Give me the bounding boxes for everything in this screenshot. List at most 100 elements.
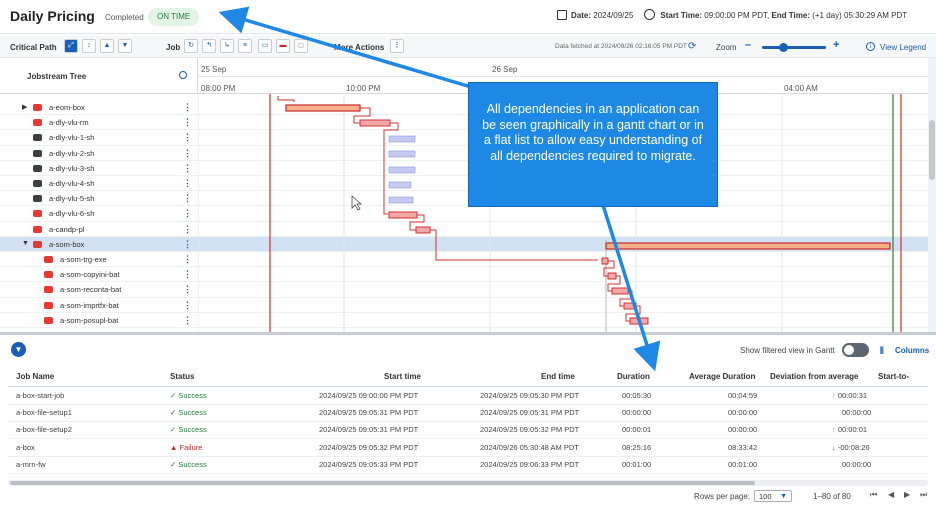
end-cell: 2024/09/26 05:30:48 AM PDT xyxy=(480,442,579,452)
status-text: Completed xyxy=(105,13,144,22)
gantt-bar-a-candp-pl[interactable] xyxy=(415,226,431,234)
last-page-icon[interactable]: ⏭ xyxy=(920,490,927,500)
gantt-bar-a-som-reconta-bat[interactable] xyxy=(611,287,629,295)
tree-row-label: a-dly-vlu-4-sh xyxy=(49,179,95,188)
table-row[interactable]: a-box-file-setup2 ✓ Success 2024/09/25 09:… xyxy=(8,422,928,440)
gantt-bar-a-som-box[interactable] xyxy=(605,242,891,250)
rows-per-page-select[interactable]: 100 ▼ xyxy=(754,490,792,502)
job-hold-button[interactable]: ↰ xyxy=(202,39,216,53)
row-kebab-icon[interactable]: ⋮ xyxy=(183,282,192,296)
jobstream-tree-title: Jobstream Tree xyxy=(27,72,87,81)
view-legend-link[interactable]: View Legend xyxy=(880,43,926,52)
column-header-start-to-run[interactable]: Start-to-Runn xyxy=(878,368,928,387)
columns-icon[interactable]: ⫼ xyxy=(880,346,884,356)
gantt-bar-a-som-trg-exe[interactable] xyxy=(601,257,609,265)
job-kill-button[interactable]: ◻ xyxy=(294,39,308,53)
move-up-button[interactable]: ▲ xyxy=(100,39,114,53)
timeline-date: 26 Sep xyxy=(492,65,518,74)
job-list-button[interactable]: ≡ xyxy=(238,39,252,53)
critical-path-label: Critical Path xyxy=(10,43,57,52)
row-kebab-icon[interactable]: ⋮ xyxy=(183,267,192,281)
gantt-bar-a-eom-box[interactable] xyxy=(285,104,361,112)
tree-row-label: a-dly-vlu-rm xyxy=(49,118,89,128)
zoom-out-button[interactable]: – xyxy=(745,39,751,51)
gantt-bar-a-dly-vlu-3-sh[interactable] xyxy=(388,166,416,174)
deviation-cell-text: 00:00:00 xyxy=(842,408,872,418)
pane-splitter[interactable] xyxy=(0,332,936,335)
job-bars-button[interactable]: ▭ xyxy=(258,39,272,53)
gantt-scrollbar-thumb[interactable] xyxy=(929,120,935,180)
deviation-cell: 00:00:00 xyxy=(832,405,871,421)
critical-path-toggle-button[interactable]: ⤢ xyxy=(64,39,78,53)
job-critical-button[interactable]: ▬ xyxy=(276,39,290,53)
column-header-deviation[interactable]: Deviation from average xyxy=(770,368,858,387)
expand-icon[interactable]: ↕ xyxy=(82,39,96,53)
avg-cell: 00:04:59 xyxy=(728,391,758,400)
gantt-bar-a-dly-vlu-5-sh[interactable] xyxy=(388,196,414,204)
deviation-cell: 00:00:00 xyxy=(832,457,871,473)
status-cell-text: Failure xyxy=(179,442,203,452)
table-row[interactable]: a-box-file-setup1 ✓ Success 2024/09/25 09:… xyxy=(8,405,928,423)
column-header-end-time[interactable]: End time xyxy=(541,368,575,387)
more-actions-kebab-icon[interactable]: ⋮ xyxy=(390,39,404,53)
row-kebab-icon[interactable]: ⋮ xyxy=(183,130,192,144)
zoom-in-button[interactable]: + xyxy=(833,39,839,51)
start-cell: 2024/09/25 09:05:32 PM PDT xyxy=(319,442,419,452)
expand-caret-icon[interactable]: ▶ xyxy=(22,103,27,111)
column-header-job-name[interactable]: Job Name xyxy=(16,368,54,387)
status-cell-text: Success xyxy=(178,391,207,400)
grid-scrollbar-thumb[interactable] xyxy=(10,481,755,485)
move-down-button[interactable]: ▼ xyxy=(118,39,132,53)
tree-row-label: a-dly-vlu-1-sh xyxy=(49,133,95,143)
column-header-average-duration[interactable]: Average Duration xyxy=(689,368,755,387)
search-icon[interactable] xyxy=(179,71,187,79)
file-watcher-icon xyxy=(33,149,42,157)
toggle-knob[interactable] xyxy=(844,345,854,355)
gantt-scrollbar[interactable] xyxy=(928,58,936,332)
column-header-duration[interactable]: Duration xyxy=(617,368,650,387)
row-kebab-icon[interactable]: ⋮ xyxy=(183,222,192,236)
columns-button[interactable]: Columns xyxy=(895,346,929,355)
gantt-bar-a-dly-vlu-rm[interactable] xyxy=(359,119,391,127)
table-row[interactable]: a-box-start-job ✓ Success 2024/09/25 09:00… xyxy=(8,388,928,405)
collapse-caret-icon[interactable]: ▼ xyxy=(22,240,29,247)
row-kebab-icon[interactable]: ⋮ xyxy=(183,176,192,190)
job-refresh-button[interactable]: ↻ xyxy=(184,39,198,53)
zoom-slider-handle[interactable] xyxy=(779,43,788,52)
column-header-start-time[interactable]: Start time xyxy=(384,368,421,387)
gantt-bar-a-dly-vlu-1-sh[interactable] xyxy=(388,135,416,143)
failure-warning-icon: ▲ xyxy=(170,442,180,452)
row-kebab-icon[interactable]: ⋮ xyxy=(183,313,192,327)
row-kebab-icon[interactable]: ⋮ xyxy=(183,206,192,220)
gantt-bar-a-dly-vlu-6-sh[interactable] xyxy=(388,211,418,219)
gantt-bar-a-som-posupl-bat[interactable] xyxy=(629,317,649,325)
row-kebab-icon[interactable]: ⋮ xyxy=(183,191,192,205)
gantt-bar-a-dly-vlu-4-sh[interactable] xyxy=(388,181,412,189)
tree-row-label: a-dly-vlu-5-sh xyxy=(49,194,95,204)
table-row[interactable]: a-mrn-fw ✓ Success 2024/09/25 09:05:33 PM … xyxy=(8,457,928,474)
start-cell: 2024/09/25 09:05:31 PM PDT xyxy=(319,408,419,418)
column-header-status[interactable]: Status xyxy=(170,368,194,387)
row-kebab-icon[interactable]: ⋮ xyxy=(183,146,192,160)
job-skip-button[interactable]: ↳ xyxy=(220,39,234,53)
previous-page-icon[interactable]: ◀ xyxy=(888,490,894,499)
job-cell: a-box-start-job xyxy=(16,391,65,400)
row-kebab-icon[interactable]: ⋮ xyxy=(183,298,192,312)
row-kebab-icon[interactable]: ⋮ xyxy=(183,100,192,114)
gantt-bar-a-som-imprtfx-bat[interactable] xyxy=(623,302,637,310)
deviation-cell-text: -00:08:26 xyxy=(837,442,870,452)
row-kebab-icon[interactable]: ⋮ xyxy=(183,161,192,175)
next-page-icon[interactable]: ▶ xyxy=(904,490,910,499)
first-page-icon[interactable]: ⏮ xyxy=(870,490,877,500)
deviation-cell-text: 00:00:31 xyxy=(837,391,868,400)
refresh-icon[interactable]: ⟳ xyxy=(688,41,696,52)
zoom-slider[interactable] xyxy=(762,46,826,49)
table-row[interactable]: a-box ▲ Failure 2024/09/25 09:05:32 PM PDT… xyxy=(8,440,928,457)
row-kebab-icon[interactable]: ⋮ xyxy=(183,237,192,251)
gantt-bar-a-som-copyini-bat[interactable] xyxy=(607,272,617,280)
row-kebab-icon[interactable]: ⋮ xyxy=(183,252,192,266)
more-actions-label[interactable]: More Actions xyxy=(334,43,384,52)
gantt-bar-a-dly-vlu-2-sh[interactable] xyxy=(388,150,416,158)
filter-icon[interactable]: ▼ xyxy=(11,342,26,357)
row-kebab-icon[interactable]: ⋮ xyxy=(183,115,192,129)
